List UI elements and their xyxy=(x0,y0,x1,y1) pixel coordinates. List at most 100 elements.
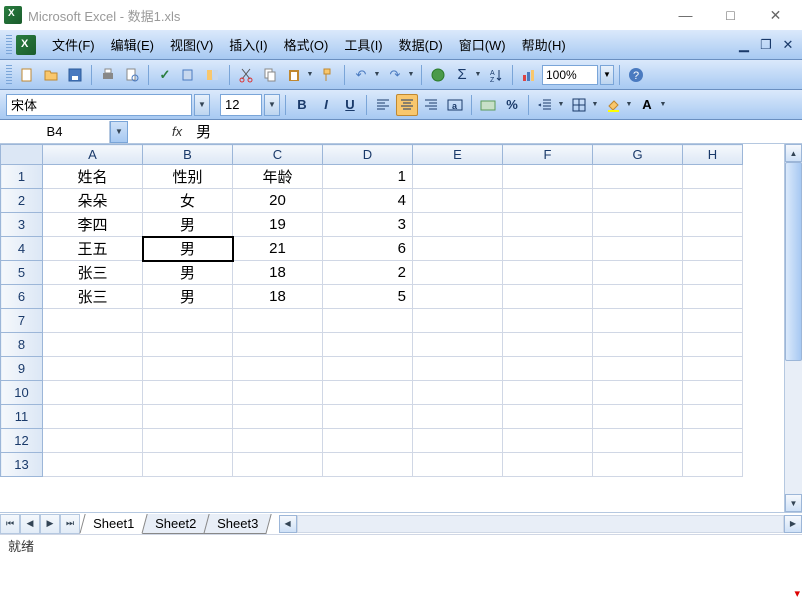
cell-D7[interactable] xyxy=(323,309,413,333)
row-header-6[interactable]: 6 xyxy=(1,285,43,309)
row-header-12[interactable]: 12 xyxy=(1,429,43,453)
formula-content[interactable]: 男 xyxy=(192,121,211,142)
autosum-dropdown[interactable]: ▼ xyxy=(473,64,483,86)
cell-A7[interactable] xyxy=(43,309,143,333)
percent-button[interactable]: % xyxy=(501,94,523,116)
hyperlink-button[interactable] xyxy=(427,64,449,86)
cell-B11[interactable] xyxy=(143,405,233,429)
cell-A11[interactable] xyxy=(43,405,143,429)
menu-format[interactable]: 格式(O) xyxy=(276,31,337,58)
vertical-scrollbar[interactable]: ▲ ▼ xyxy=(784,144,802,512)
maximize-button[interactable]: □ xyxy=(708,0,753,30)
cut-button[interactable] xyxy=(235,64,257,86)
cell-D3[interactable]: 3 xyxy=(323,213,413,237)
cell-D5[interactable]: 2 xyxy=(323,261,413,285)
sheet-tab-sheet1[interactable]: Sheet1 xyxy=(79,514,148,534)
cell-G2[interactable] xyxy=(593,189,683,213)
cell-H13[interactable] xyxy=(683,453,743,477)
font-color-dropdown[interactable]: ▼ xyxy=(658,94,668,116)
cell-B9[interactable] xyxy=(143,357,233,381)
row-header-4[interactable]: 4 xyxy=(1,237,43,261)
cell-D10[interactable] xyxy=(323,381,413,405)
cell-F4[interactable] xyxy=(503,237,593,261)
bold-button[interactable]: B xyxy=(291,94,313,116)
cell-B12[interactable] xyxy=(143,429,233,453)
cell-H8[interactable] xyxy=(683,333,743,357)
cell-E10[interactable] xyxy=(413,381,503,405)
cell-B2[interactable]: 女 xyxy=(143,189,233,213)
cell-G5[interactable] xyxy=(593,261,683,285)
undo-dropdown[interactable]: ▼ xyxy=(372,64,382,86)
cell-E3[interactable] xyxy=(413,213,503,237)
cell-D11[interactable] xyxy=(323,405,413,429)
cell-F9[interactable] xyxy=(503,357,593,381)
select-all-corner[interactable] xyxy=(1,145,43,165)
cell-B8[interactable] xyxy=(143,333,233,357)
borders-button[interactable] xyxy=(568,94,590,116)
cell-G4[interactable] xyxy=(593,237,683,261)
cell-F11[interactable] xyxy=(503,405,593,429)
cell-F7[interactable] xyxy=(503,309,593,333)
cell-H3[interactable] xyxy=(683,213,743,237)
scroll-down-button[interactable]: ▼ xyxy=(785,494,802,512)
row-header-5[interactable]: 5 xyxy=(1,261,43,285)
cell-E9[interactable] xyxy=(413,357,503,381)
cell-H1[interactable] xyxy=(683,165,743,189)
paste-button[interactable] xyxy=(283,64,305,86)
tab-nav-prev[interactable]: ◀ xyxy=(20,514,40,534)
col-header-B[interactable]: B xyxy=(143,145,233,165)
cell-H12[interactable] xyxy=(683,429,743,453)
print-button[interactable] xyxy=(97,64,119,86)
col-header-D[interactable]: D xyxy=(323,145,413,165)
cell-G7[interactable] xyxy=(593,309,683,333)
cell-H10[interactable] xyxy=(683,381,743,405)
cell-B5[interactable]: 男 xyxy=(143,261,233,285)
cell-D9[interactable] xyxy=(323,357,413,381)
cell-F1[interactable] xyxy=(503,165,593,189)
open-button[interactable] xyxy=(40,64,62,86)
cell-A1[interactable]: 姓名 xyxy=(43,165,143,189)
col-header-G[interactable]: G xyxy=(593,145,683,165)
cell-A5[interactable]: 张三 xyxy=(43,261,143,285)
col-header-A[interactable]: A xyxy=(43,145,143,165)
cell-A13[interactable] xyxy=(43,453,143,477)
save-button[interactable] xyxy=(64,64,86,86)
menu-insert[interactable]: 插入(I) xyxy=(221,31,275,58)
cell-C7[interactable] xyxy=(233,309,323,333)
research-button[interactable] xyxy=(178,64,200,86)
cell-C12[interactable] xyxy=(233,429,323,453)
scroll-left-button[interactable]: ◀ xyxy=(279,515,297,533)
undo-button[interactable]: ↶ xyxy=(350,64,372,86)
format-painter-button[interactable] xyxy=(317,64,339,86)
menu-tools[interactable]: 工具(I) xyxy=(336,31,390,58)
cell-B7[interactable] xyxy=(143,309,233,333)
tab-nav-last[interactable]: ⏭ xyxy=(60,514,80,534)
cell-G8[interactable] xyxy=(593,333,683,357)
cell-B6[interactable]: 男 xyxy=(143,285,233,309)
cell-A6[interactable]: 张三 xyxy=(43,285,143,309)
cell-C2[interactable]: 20 xyxy=(233,189,323,213)
cell-B3[interactable]: 男 xyxy=(143,213,233,237)
col-header-E[interactable]: E xyxy=(413,145,503,165)
mdi-close-button[interactable]: ✕ xyxy=(780,37,796,53)
autosum-button[interactable]: Σ xyxy=(451,64,473,86)
cell-G3[interactable] xyxy=(593,213,683,237)
spelling-button[interactable]: ✓ xyxy=(154,64,176,86)
cell-E6[interactable] xyxy=(413,285,503,309)
scroll-right-button[interactable]: ▶ xyxy=(784,515,802,533)
cell-G1[interactable] xyxy=(593,165,683,189)
merge-center-button[interactable]: a xyxy=(444,94,466,116)
cell-H9[interactable] xyxy=(683,357,743,381)
font-name-input[interactable]: 宋体 xyxy=(6,94,192,116)
cell-E12[interactable] xyxy=(413,429,503,453)
cell-E5[interactable] xyxy=(413,261,503,285)
cell-G13[interactable] xyxy=(593,453,683,477)
mdi-minimize-button[interactable]: ▁ xyxy=(736,37,752,53)
row-header-11[interactable]: 11 xyxy=(1,405,43,429)
cell-E2[interactable] xyxy=(413,189,503,213)
row-header-1[interactable]: 1 xyxy=(1,165,43,189)
redo-button[interactable]: ↷ xyxy=(384,64,406,86)
cell-D12[interactable] xyxy=(323,429,413,453)
name-box[interactable]: B4 xyxy=(0,121,110,143)
cell-A10[interactable] xyxy=(43,381,143,405)
